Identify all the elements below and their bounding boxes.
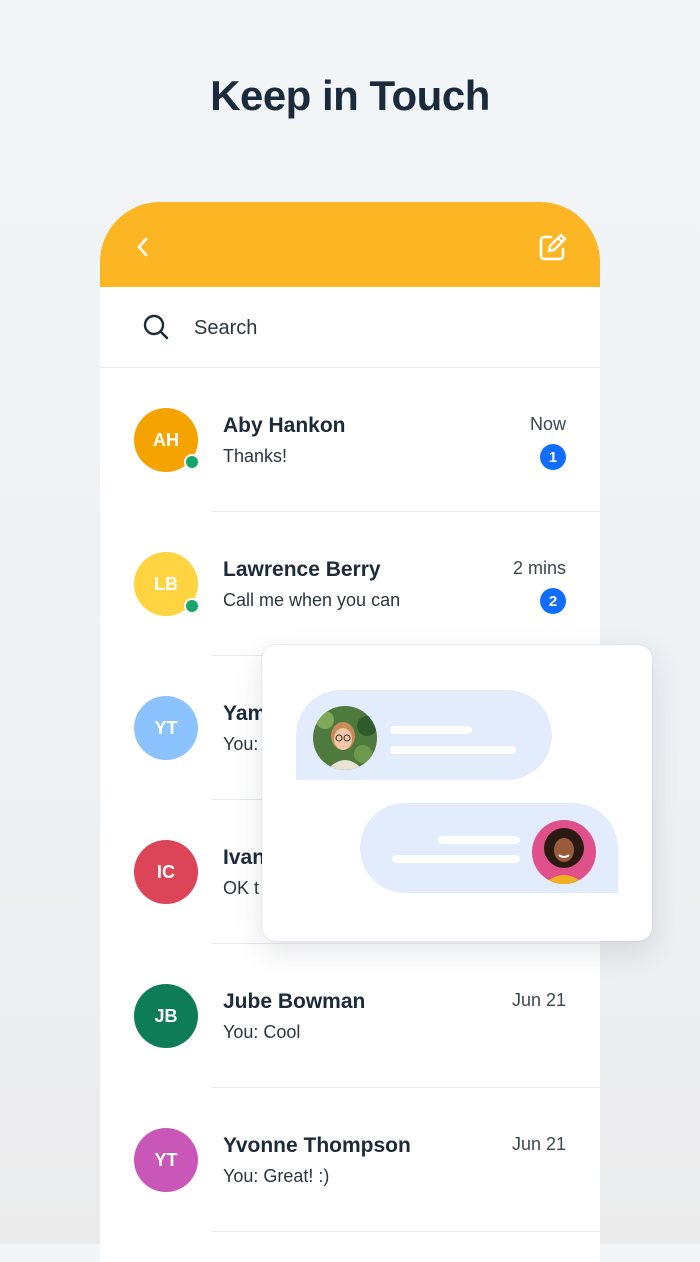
message-time: Jun 21 [511,1134,566,1154]
message-preview: You: [223,734,259,754]
avatar: JB [134,984,198,1048]
user-photo [532,820,596,884]
compose-button[interactable] [536,232,568,264]
message-time: Jun 21 [511,990,566,1010]
message-preview: Thanks! [223,446,288,466]
message-preview: You: Cool [223,1022,301,1042]
avatar: AH [134,408,200,472]
chat-preview-card [262,645,652,941]
message-time: Now [529,414,566,434]
compose-icon [539,233,567,261]
search-bar [100,287,600,368]
avatar: YT [134,696,198,760]
contact-name: Lawrence Berry [223,558,381,581]
avatar: IC [134,840,198,904]
avatar: LB [134,552,200,616]
unread-badge: 1 [540,444,566,470]
search-input[interactable] [192,309,556,347]
contact-name: Ivan [223,846,266,869]
message-line [390,746,516,754]
conversation-row[interactable]: LB Lawrence Berry Call me when you can 2 mi… [100,512,600,656]
contact-name: Yvonne Thompson [223,1134,411,1157]
divider [212,1231,600,1232]
message-line [392,855,520,863]
avatar: YT [134,1128,198,1192]
online-indicator [184,598,200,614]
contact-photo [313,706,377,770]
contact-name: Jube Bowman [223,990,366,1013]
conversation-row[interactable]: AH Aby Hankon Thanks! Now 1 [100,368,600,512]
page-title: Keep in Touch [210,72,490,119]
search-icon [143,314,169,340]
conversation-row[interactable]: JB Jube Bowman You: Cool Jun 21 [100,944,600,1088]
header-bar [100,202,600,287]
conversation-row[interactable]: YT Yvonne Thompson You: Great! :) Jun 21 [100,1088,600,1232]
message-preview: OK t [223,878,260,898]
message-preview: Call me when you can [223,590,401,610]
message-preview: You: Great! :) [223,1166,330,1186]
incoming-message-bubble [296,690,552,780]
outgoing-message-bubble [360,803,618,893]
online-indicator [184,454,200,470]
message-line [390,726,472,734]
chevron-left-icon [137,237,148,257]
message-time: 2 mins [512,558,566,578]
back-button[interactable] [128,232,158,262]
contact-name: Aby Hankon [223,414,346,437]
message-line [438,836,520,844]
contact-name: Yam [223,702,267,725]
unread-badge: 2 [540,588,566,614]
